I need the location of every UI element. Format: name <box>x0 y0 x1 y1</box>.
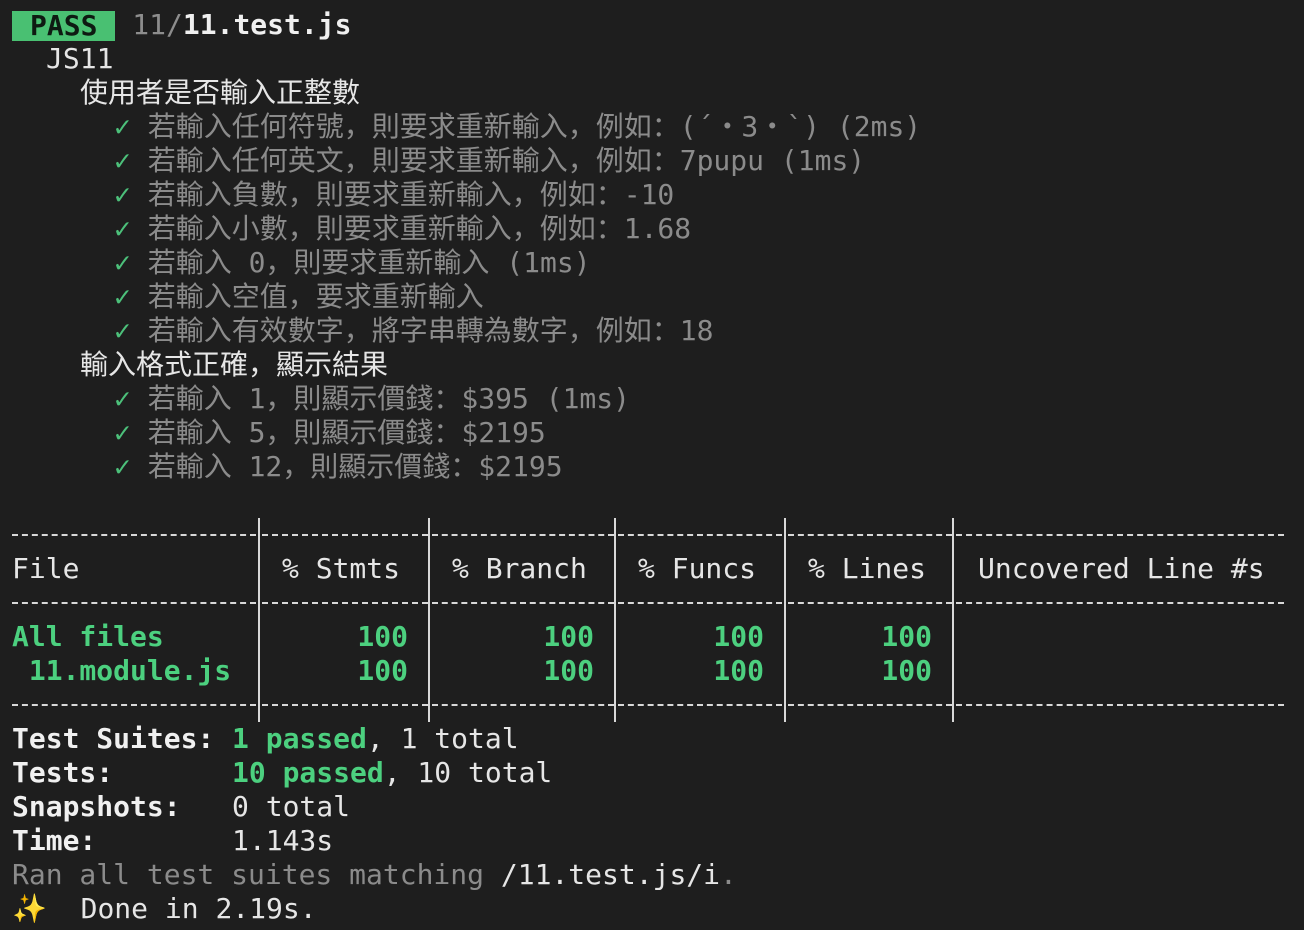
summary-snapshots: Snapshots: 0 total <box>12 790 1304 824</box>
coverage-file: All files <box>12 620 164 653</box>
coverage-table: File % Stmts % Branch % Funcs % Lines Un… <box>12 518 1304 722</box>
test-name: 若輸入 1，則顯示價錢：$395 (1ms) <box>147 382 631 415</box>
test-name: 若輸入負數，則要求重新輸入，例如：-10 <box>147 178 675 211</box>
header-file: File <box>12 552 80 585</box>
check-icon: ✓ <box>114 382 131 415</box>
test-result-row: ✓ 若輸入任何符號，則要求重新輸入，例如：(´・3・`) (2ms) <box>12 110 1304 144</box>
coverage-divider <box>12 586 1304 620</box>
group-title: 輸入格式正確，顯示結果 <box>80 348 389 381</box>
coverage-header-row: File % Stmts % Branch % Funcs % Lines Un… <box>12 552 1304 586</box>
test-result-row: ✓ 若輸入 5，則顯示價錢：$2195 <box>12 416 1304 450</box>
coverage-funcs: 100 <box>713 654 764 687</box>
test-result-row: ✓ 若輸入負數，則要求重新輸入，例如：-10 <box>12 178 1304 212</box>
header-stmts: % Stmts <box>282 552 401 585</box>
group-title: 使用者是否輸入正整數 <box>80 76 361 109</box>
summary-label: Time: <box>12 824 97 857</box>
test-name: 若輸入 12，則顯示價錢：$2195 <box>147 450 563 483</box>
ran-prefix: Ran all test suites matching <box>12 858 501 891</box>
summary-time: Time: 1.143s <box>12 824 1304 858</box>
test-file-name: 11.test.js <box>182 8 352 41</box>
test-result-row: ✓ 若輸入小數，則要求重新輸入，例如：1.68 <box>12 212 1304 246</box>
terminal-output: PASS 11/11.test.js JS11 使用者是否輸入正整數 ✓ 若輸入… <box>12 0 1304 926</box>
ran-pattern: /11.test.js/i <box>500 858 721 891</box>
coverage-file: 11.module.js <box>12 654 232 687</box>
check-icon: ✓ <box>114 110 131 143</box>
coverage-lines: 100 <box>881 654 932 687</box>
coverage-funcs: 100 <box>713 620 764 653</box>
test-result-row: ✓ 若輸入 12，則顯示價錢：$2195 <box>12 450 1304 484</box>
summary-label: Snapshots: <box>12 790 181 823</box>
coverage-divider <box>12 518 1304 552</box>
done-text: Done in 2.19s. <box>80 892 317 925</box>
test-result-row: ✓ 若輸入 0，則要求重新輸入 (1ms) <box>12 246 1304 280</box>
summary-tests: Tests: 10 passed, 10 total <box>12 756 1304 790</box>
check-icon: ✓ <box>114 450 131 483</box>
test-name: 若輸入空值，要求重新輸入 <box>147 280 484 313</box>
summary-value: 1.143s <box>232 824 334 857</box>
test-path-prefix: 11/ <box>132 8 183 41</box>
summary-value: 0 total <box>232 790 351 823</box>
header-uncovered: Uncovered Line #s <box>978 552 1265 585</box>
check-icon: ✓ <box>114 246 131 279</box>
sparkles-icon: ✨ <box>12 892 47 925</box>
coverage-branch: 100 <box>543 620 594 653</box>
check-icon: ✓ <box>114 178 131 211</box>
header-branch: % Branch <box>452 552 587 585</box>
check-icon: ✓ <box>114 280 131 313</box>
test-name: 若輸入任何符號，則要求重新輸入，例如：(´・3・`) (2ms) <box>147 110 922 143</box>
test-result-row: ✓ 若輸入 1，則顯示價錢：$395 (1ms) <box>12 382 1304 416</box>
test-name: 若輸入 5，則顯示價錢：$2195 <box>147 416 546 449</box>
coverage-row: All files 100 100 100 100 <box>12 620 1304 654</box>
coverage-lines: 100 <box>881 620 932 653</box>
coverage-divider <box>12 688 1304 722</box>
coverage-stmts: 100 <box>357 654 408 687</box>
check-icon: ✓ <box>114 314 131 347</box>
header-funcs: % Funcs <box>638 552 757 585</box>
summary-test-suites: Test Suites: 1 passed, 1 total <box>12 722 1304 756</box>
test-name: 若輸入 0，則要求重新輸入 (1ms) <box>147 246 591 279</box>
check-icon: ✓ <box>114 416 131 449</box>
check-icon: ✓ <box>114 144 131 177</box>
test-name: 若輸入任何英文，則要求重新輸入，例如：7pupu (1ms) <box>147 144 866 177</box>
test-result-row: ✓ 若輸入任何英文，則要求重新輸入，例如：7pupu (1ms) <box>12 144 1304 178</box>
check-icon: ✓ <box>114 212 131 245</box>
coverage-branch: 100 <box>543 654 594 687</box>
pass-badge: PASS <box>12 11 116 41</box>
done-line: ✨ Done in 2.19s. <box>12 892 1304 926</box>
header-lines: % Lines <box>808 552 927 585</box>
summary-passed: 1 passed <box>232 722 367 755</box>
test-name: 若輸入有效數字，將字串轉為數字，例如：18 <box>147 314 714 347</box>
test-file-header: PASS 11/11.test.js <box>12 8 1304 42</box>
ran-suffix: . <box>720 858 737 891</box>
summary-total: , 1 total <box>366 722 519 755</box>
summary-label: Test Suites: <box>12 722 215 755</box>
coverage-row: 11.module.js 100 100 100 100 <box>12 654 1304 688</box>
ran-suites-line: Ran all test suites matching /11.test.js… <box>12 858 1304 892</box>
summary-label: Tests: <box>12 756 114 789</box>
summary-total: , 10 total <box>383 756 553 789</box>
test-result-row: ✓ 若輸入有效數字，將字串轉為數字，例如：18 <box>12 314 1304 348</box>
summary-passed: 10 passed <box>232 756 384 789</box>
test-name: 若輸入小數，則要求重新輸入，例如：1.68 <box>147 212 692 245</box>
test-result-row: ✓ 若輸入空值，要求重新輸入 <box>12 280 1304 314</box>
coverage-stmts: 100 <box>357 620 408 653</box>
suite-name: JS11 <box>46 42 114 75</box>
truncated-previous-line <box>12 0 1304 8</box>
